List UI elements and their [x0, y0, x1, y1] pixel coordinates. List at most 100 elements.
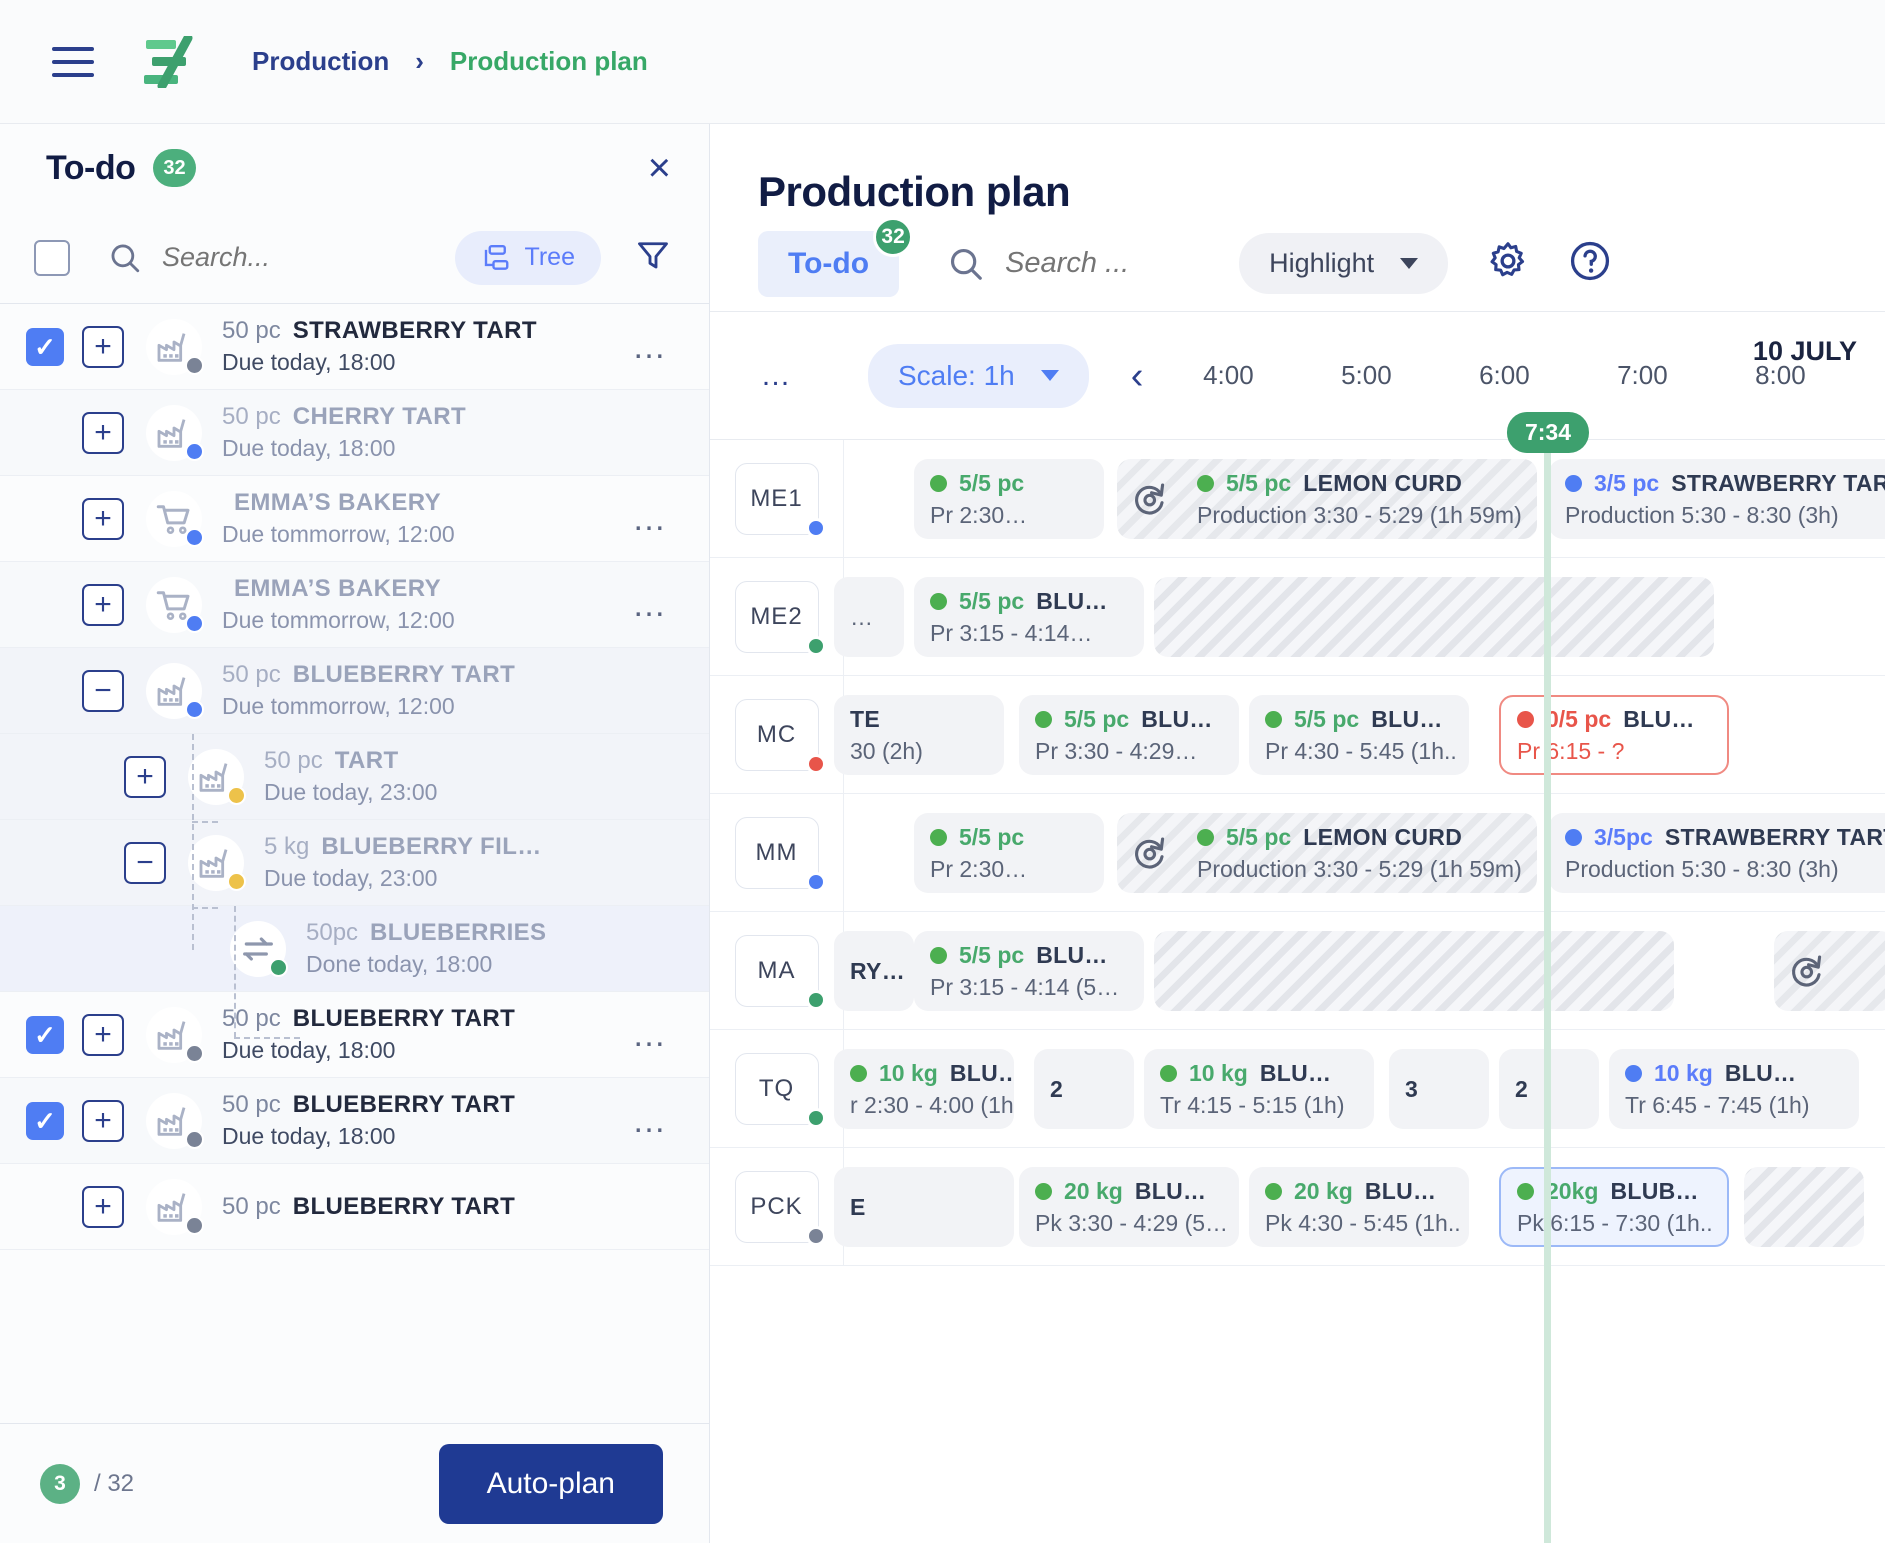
gantt-task-block[interactable]: 3/5 pc STRAWBERRY TART Production 5:30 - 8… — [1549, 459, 1885, 539]
gantt-task-block[interactable] — [1154, 577, 1714, 657]
machine-chip[interactable]: MC — [734, 698, 826, 774]
hamburger-icon[interactable] — [52, 46, 94, 77]
breadcrumb-production[interactable]: Production — [252, 46, 389, 77]
list-item[interactable]: +50 pc TART Due today, 23:00 — [0, 734, 709, 820]
expand-icon[interactable]: + — [82, 583, 124, 626]
list-item-checkbox[interactable] — [26, 500, 64, 538]
gantt-track[interactable]: … 5/5 pc BLU… Pr 3:15 - 4:14… — [834, 558, 1885, 675]
gantt-task-block[interactable]: 5/5 pc Pr 2:30… — [914, 813, 1104, 893]
gantt-task-block[interactable]: 20 kg BLU… Pk 3:30 - 4:29 (5… — [1019, 1167, 1239, 1247]
filter-icon[interactable] — [635, 237, 671, 278]
gantt-task-block[interactable]: 0/5 pc BLU… Pr 6:15 - ? — [1499, 695, 1729, 775]
gantt-task-block[interactable]: 3/5pc STRAWBERRY TART Production 5:30 - 8:… — [1549, 813, 1885, 893]
machine-chip[interactable]: TQ — [734, 1052, 826, 1128]
gantt-task-block[interactable]: … — [834, 577, 904, 657]
machine-chip[interactable]: MA — [734, 934, 826, 1010]
gantt-task-block[interactable]: 3 — [1389, 1049, 1489, 1129]
collapse-icon[interactable]: − — [124, 841, 166, 884]
gantt-track[interactable]: 10 kg BLU… r 2:30 - 4:00 (1h.. 2 10 kg BLU… Tr… — [834, 1030, 1885, 1147]
timeline-row-menu[interactable]: … — [710, 360, 844, 391]
gantt-track[interactable]: TE 30 (2h) 5/5 pc BLU… Pr 3:30 - 4:29… 5/5 pc… — [834, 676, 1885, 793]
todo-list[interactable]: +50 pcSTRAWBERRY TARTDue today, 18:00…+5… — [0, 304, 709, 1423]
expand-icon[interactable]: + — [82, 411, 124, 454]
machine-chip[interactable]: ME1 — [734, 462, 826, 538]
auto-plan-button[interactable]: Auto-plan — [438, 1443, 663, 1524]
list-item[interactable]: − 5 kg BLUEBERRY FIL… Due today, 23:00 — [0, 820, 709, 906]
gantt-task-block[interactable]: 10 kg BLU… r 2:30 - 4:00 (1h.. — [834, 1049, 1014, 1129]
highlight-dropdown[interactable]: Highlight — [1239, 233, 1449, 294]
list-item-checkbox[interactable] — [26, 586, 64, 624]
expand-icon[interactable]: + — [124, 755, 166, 798]
main-search-input[interactable] — [1005, 247, 1206, 280]
gantt-track[interactable]: E 20 kg BLU… Pk 3:30 - 4:29 (5… 20 kg BLU… Pk … — [834, 1148, 1885, 1265]
list-item-menu-icon[interactable]: … — [632, 1104, 669, 1138]
list-item[interactable]: +50 pc BLUEBERRY TART — [0, 1164, 709, 1250]
gantt-task-block[interactable]: 5/5 pc BLU… Pr 3:30 - 4:29… — [1019, 695, 1239, 775]
breadcrumb-production-plan[interactable]: Production plan — [450, 46, 648, 77]
list-item[interactable]: − 50 pc BLUEBERRY TART Due tommorrow, 12:00 — [0, 648, 709, 734]
gantt-task-block[interactable] — [1774, 931, 1885, 1011]
tab-todo[interactable]: To-do 32 — [758, 216, 914, 297]
select-all-checkbox[interactable] — [34, 239, 70, 276]
gantt-task-block[interactable]: E — [834, 1167, 1014, 1247]
expand-icon[interactable]: + — [82, 1013, 124, 1056]
list-item[interactable]: +50 pc CHERRY TART Due today, 18:00 — [0, 390, 709, 476]
scale-dropdown[interactable]: Scale: 1h — [868, 343, 1089, 408]
list-item-menu-icon[interactable]: … — [632, 588, 669, 622]
gantt-task-block[interactable]: 10 kg BLU… Tr 6:45 - 7:45 (1h) — [1609, 1049, 1859, 1129]
gantt-task-block[interactable]: 5/5 pc BLU… Pr 3:15 - 4:14 (5… — [914, 931, 1144, 1011]
gantt-task-block[interactable]: 20 kg BLU… Pk 4:30 - 5:45 (1h.. — [1249, 1167, 1469, 1247]
gantt-task-block[interactable] — [1154, 931, 1674, 1011]
list-item-menu-icon[interactable]: … — [632, 502, 669, 536]
list-item-checkbox[interactable] — [26, 930, 64, 968]
app-logo-icon[interactable] — [142, 35, 200, 88]
gantt-track[interactable]: 5/5 pc Pr 2:30… 5/5 pc LEMON CURD Production… — [844, 440, 1885, 557]
list-item-menu-icon[interactable]: … — [632, 1018, 669, 1052]
sidebar-search-input[interactable] — [162, 242, 422, 273]
list-item-checkbox[interactable] — [26, 758, 64, 796]
avatar — [188, 834, 246, 891]
gantt-task-block[interactable]: 10 kg BLU… Tr 4:15 - 5:15 (1h) — [1144, 1049, 1374, 1129]
tree-toggle-button[interactable]: Tree — [454, 230, 601, 285]
question-icon[interactable] — [1568, 239, 1612, 288]
machine-chip[interactable]: ME2 — [734, 580, 826, 656]
gantt-task-block[interactable]: 5/5 pc BLU… Pr 4:30 - 5:45 (1h.. — [1249, 695, 1469, 775]
gantt-task-block[interactable]: 5/5 pc LEMON CURD Production 3:30 - 5:29 (… — [1117, 813, 1537, 893]
list-item[interactable]: +50 pcSTRAWBERRY TARTDue today, 18:00… — [0, 304, 709, 390]
gantt-task-block[interactable]: 5/5 pc BLU… Pr 3:15 - 4:14… — [914, 577, 1144, 657]
machine-chip[interactable]: PCK — [734, 1170, 826, 1246]
expand-icon[interactable]: + — [82, 1185, 124, 1228]
gantt-task-block[interactable] — [1744, 1167, 1864, 1247]
gear-icon[interactable] — [1486, 239, 1530, 288]
list-item[interactable]: +50 pcBLUEBERRY TARTDue today, 18:00… — [0, 1078, 709, 1164]
gantt-chart[interactable]: ME1 5/5 pc Pr 2:30… 5/5 pc LEMON CURD Product… — [710, 440, 1885, 1543]
gantt-task-block[interactable]: 20kg BLUB… Pk 6:15 - 7:30 (1h.. — [1499, 1167, 1729, 1247]
gantt-task-block[interactable]: 2 — [1034, 1049, 1134, 1129]
list-item-checkbox[interactable] — [26, 327, 64, 366]
machine-chip[interactable]: MM — [734, 816, 826, 892]
collapse-icon[interactable]: − — [82, 669, 124, 712]
list-item[interactable]: + EMMA’S BAKERY Due tommorrow, 12:00… — [0, 562, 709, 648]
gantt-task-block[interactable]: 5/5 pc Pr 2:30… — [914, 459, 1104, 539]
list-item-checkbox[interactable] — [26, 1101, 64, 1140]
expand-icon[interactable]: + — [82, 325, 124, 368]
prev-period-button[interactable]: ‹ — [1131, 357, 1144, 395]
list-item[interactable]: +50 pcBLUEBERRY TARTDue today, 18:00… — [0, 992, 709, 1078]
gantt-task-block[interactable]: TE 30 (2h) — [834, 695, 1004, 775]
list-item-checkbox[interactable] — [26, 1015, 64, 1054]
list-item[interactable]: 50pc BLUEBERRIES Done today, 18:00 — [0, 906, 709, 992]
list-item-checkbox[interactable] — [26, 844, 64, 882]
gantt-task-block[interactable]: RY… — [834, 931, 914, 1011]
expand-icon[interactable]: + — [82, 1099, 124, 1142]
close-icon[interactable]: × — [648, 148, 671, 188]
expand-icon[interactable]: + — [82, 497, 124, 540]
gantt-task-block[interactable]: 5/5 pc LEMON CURD Production 3:30 - 5:29 (… — [1117, 459, 1537, 539]
list-item-menu-icon[interactable]: … — [632, 330, 669, 364]
list-item-checkbox[interactable] — [26, 1188, 64, 1226]
gantt-track[interactable]: 5/5 pc Pr 2:30… 5/5 pc LEMON CURD Production… — [844, 794, 1885, 911]
list-item[interactable]: + EMMA’S BAKERY Due tommorrow, 12:00… — [0, 476, 709, 562]
gantt-track[interactable]: RY… 5/5 pc BLU… Pr 3:15 - 4:14 (5… — [834, 912, 1885, 1029]
list-item-checkbox[interactable] — [26, 414, 64, 452]
list-item-checkbox[interactable] — [26, 672, 64, 710]
tab-todo-label: To-do — [788, 246, 870, 280]
